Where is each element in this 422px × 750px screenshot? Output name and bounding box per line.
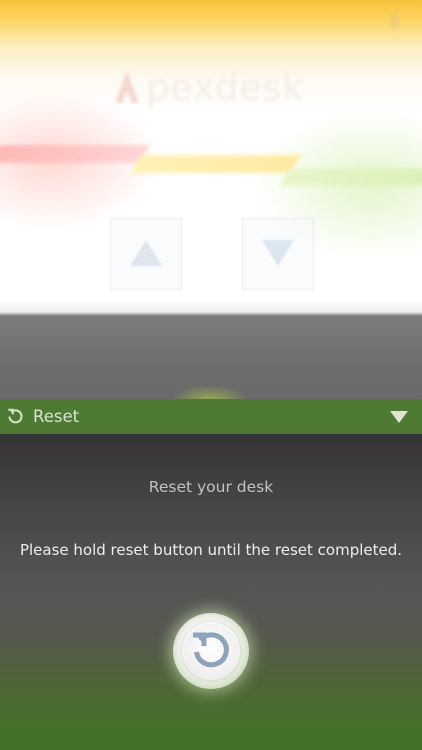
flame-icon	[115, 71, 139, 103]
decorative-stripe-red	[0, 145, 150, 163]
lower-desk-button	[242, 218, 314, 290]
raise-desk-button	[110, 218, 182, 290]
blurred-background: pexdesk	[0, 0, 422, 400]
arrow-up-icon	[130, 240, 162, 266]
arrow-down-icon	[262, 240, 294, 266]
reset-button[interactable]	[173, 613, 249, 689]
decorative-stripe-green	[279, 168, 422, 186]
reset-icon	[8, 408, 23, 424]
app-screen: pexdesk Reset Reset your desk Please hol…	[0, 0, 422, 750]
decorative-stripe-yellow	[130, 155, 302, 173]
reset-subtitle: Reset your desk	[148, 478, 274, 496]
bluetooth-icon[interactable]	[386, 10, 402, 34]
brand-wordmark: pexdesk	[146, 66, 304, 109]
chevron-down-icon[interactable]	[390, 410, 408, 424]
reset-instruction: Please hold reset button until the reset…	[19, 541, 403, 559]
reset-panel: Reset your desk Please hold reset button…	[0, 434, 422, 750]
brand-logo: pexdesk	[110, 62, 310, 112]
reset-section-title: Reset	[33, 407, 80, 426]
reset-icon	[193, 632, 229, 668]
reset-section-header[interactable]: Reset	[0, 399, 422, 434]
